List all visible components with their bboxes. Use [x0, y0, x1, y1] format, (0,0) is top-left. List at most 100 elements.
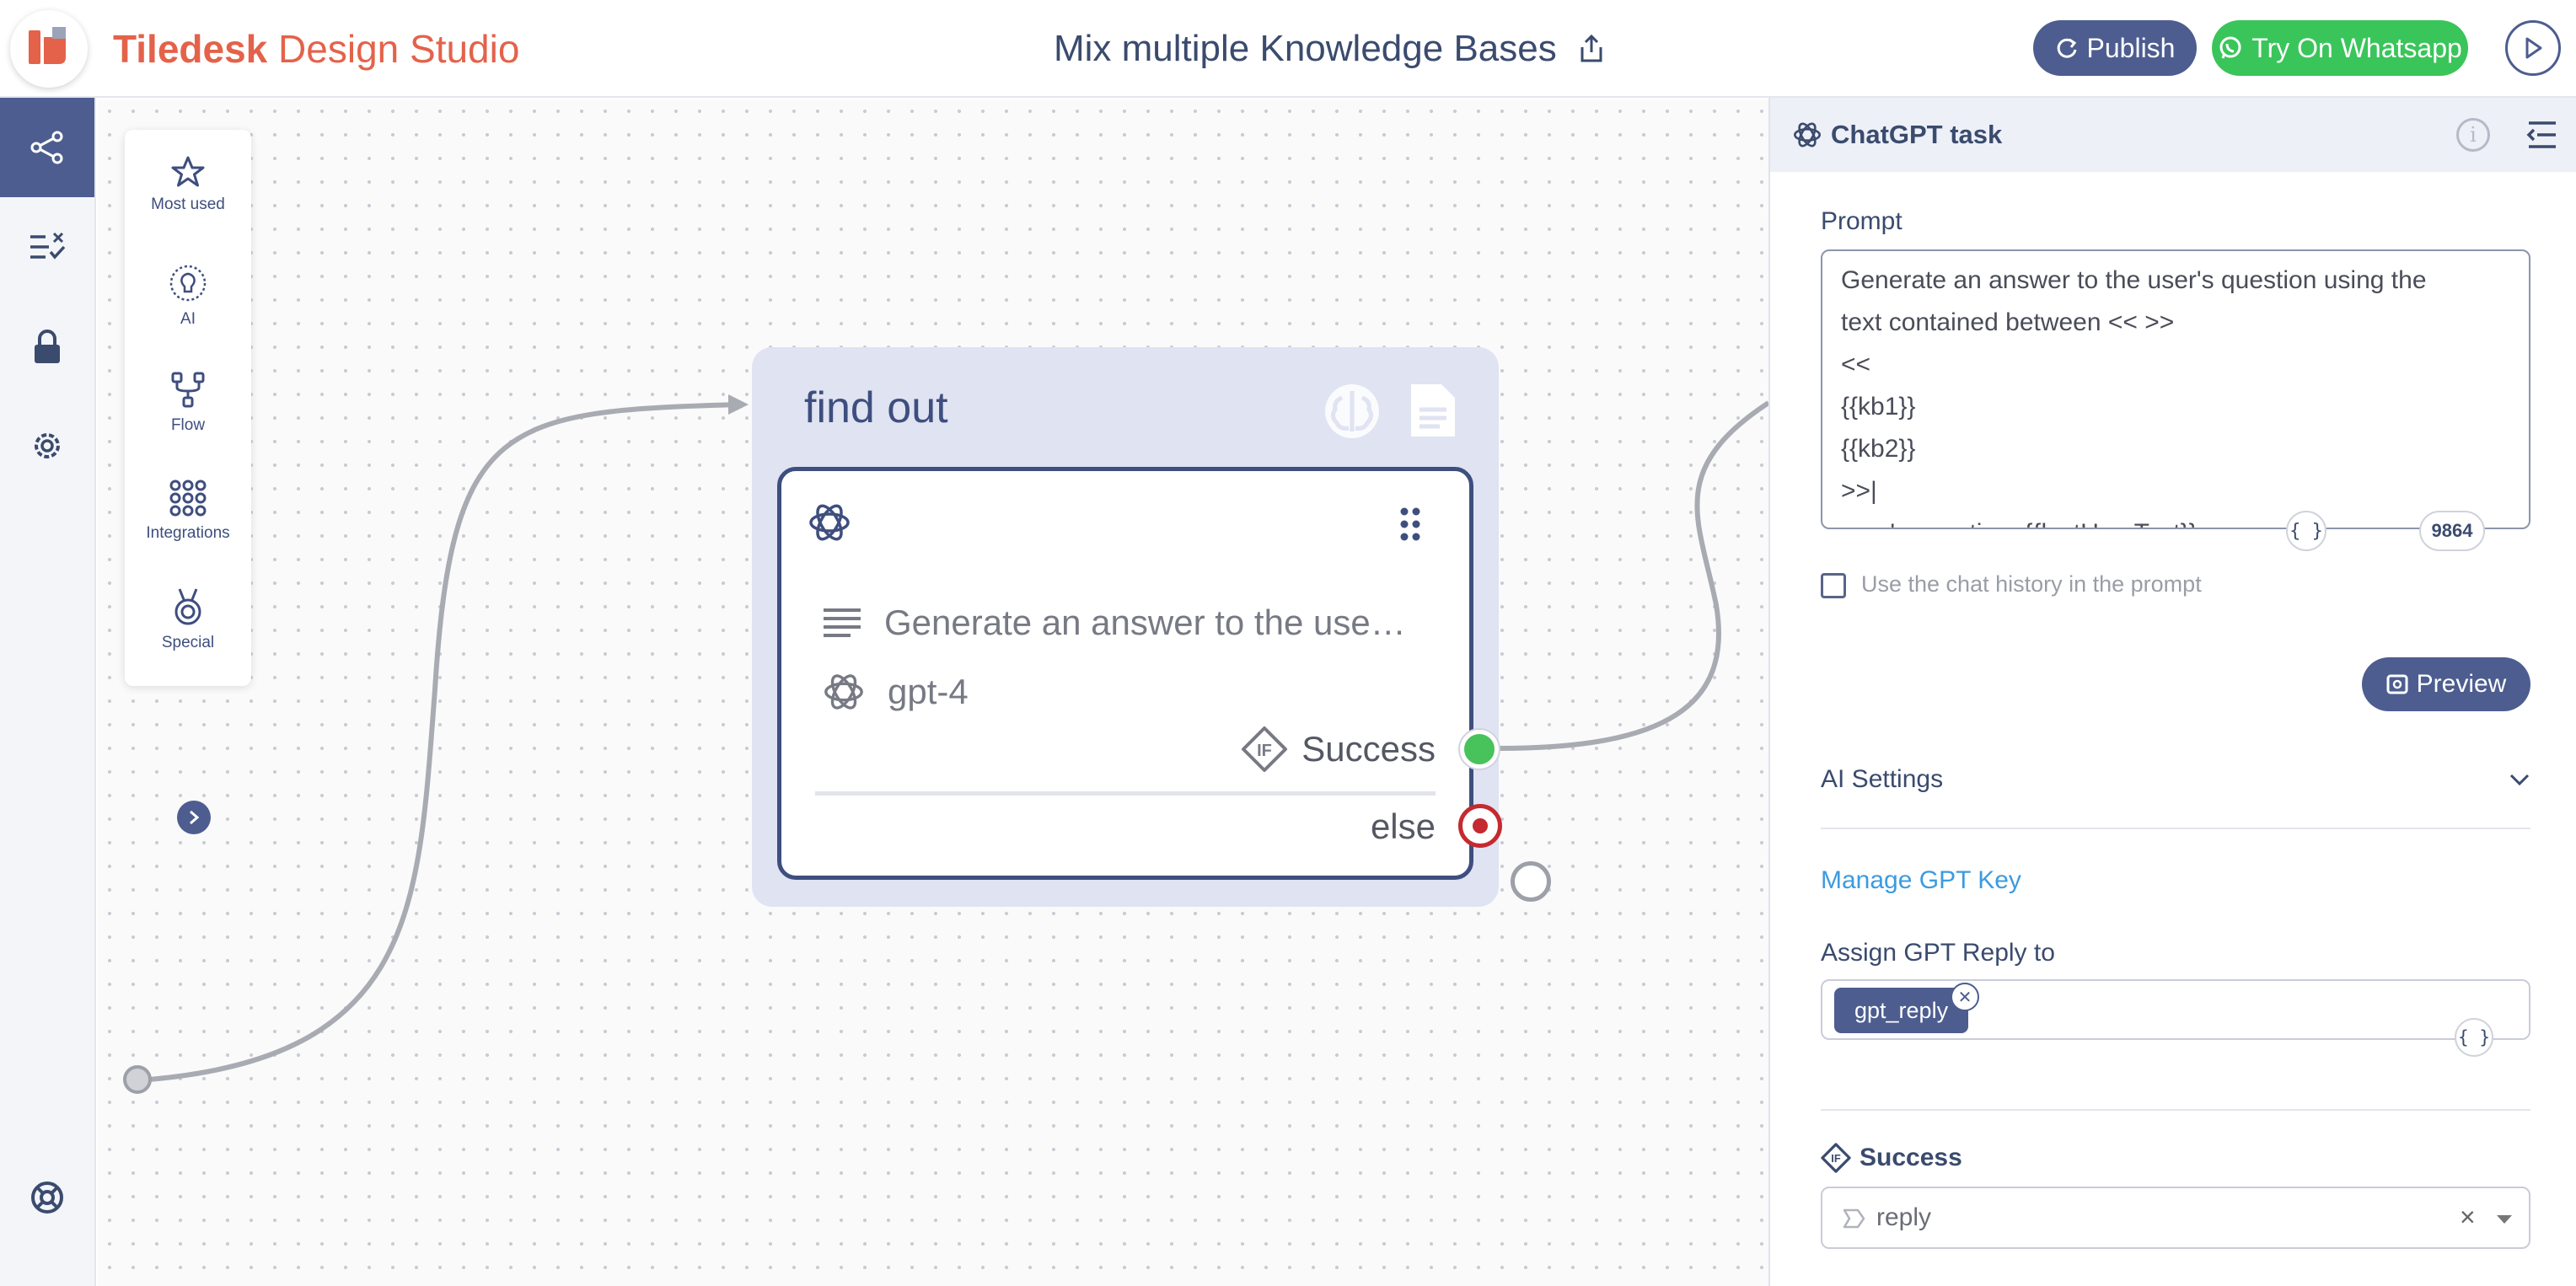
prompt-line: Generate an answer to the user's questio… — [1841, 266, 2427, 294]
variable-tag[interactable]: gpt_reply — [1834, 988, 1969, 1033]
text-lines-icon — [824, 608, 861, 637]
whatsapp-label: Try On Whatsapp — [2251, 32, 2462, 63]
success-target-select[interactable]: reply × — [1821, 1187, 2530, 1249]
prompt-line: text contained between << >> — [1841, 308, 2175, 336]
prompt-textarea[interactable]: Generate an answer to the user's questio… — [1821, 249, 2530, 529]
flow-icon — [171, 372, 205, 408]
preview-icon — [2386, 674, 2408, 694]
palette-label: AI — [180, 310, 196, 328]
success-label: Success — [1860, 1144, 1962, 1171]
brain-icon[interactable] — [1322, 381, 1382, 442]
palette-label: Special — [161, 634, 215, 651]
medal-icon — [174, 588, 201, 625]
panel-title: ChatGPT task — [1831, 120, 2003, 149]
palette-label: Flow — [170, 416, 206, 434]
nav-help[interactable] — [0, 1151, 94, 1244]
info-icon[interactable]: i — [2456, 118, 2490, 152]
intent-block-find-out[interactable]: find out Generate an answer to the use… … — [752, 347, 1499, 907]
clear-select-icon[interactable]: × — [2460, 1202, 2476, 1233]
ai-icon — [169, 265, 207, 302]
refresh-icon — [2057, 38, 2076, 58]
collapse-panel-icon[interactable] — [2525, 120, 2559, 150]
panel-header: ChatGPT task i — [1770, 98, 2576, 172]
start-connector[interactable] — [123, 1065, 152, 1094]
publish-label: Publish — [2086, 32, 2176, 63]
card-model-text: gpt-4 — [888, 672, 969, 711]
chat-history-label: Use the chat history in the prompt — [1861, 571, 2202, 597]
prompt-line: << — [1841, 351, 1871, 378]
expand-sidebar-button[interactable] — [177, 801, 211, 834]
brand-subtitle: Design Studio — [278, 27, 520, 71]
nav-flow[interactable] — [0, 98, 94, 197]
if-condition-icon: IF — [1821, 1143, 1851, 1173]
chevron-right-icon — [190, 810, 200, 825]
block-output-connector[interactable] — [1511, 861, 1551, 902]
play-icon — [2525, 37, 2542, 59]
caret-down-icon[interactable] — [2495, 1214, 2514, 1225]
insert-variable-button[interactable]: { } — [2286, 511, 2326, 551]
tiledesk-logo[interactable] — [10, 10, 88, 88]
block-target-icon — [1843, 1208, 1865, 1229]
card-else-label: else — [1370, 806, 1436, 846]
palette-ai[interactable]: AI — [125, 255, 251, 347]
action-detail-panel: ChatGPT task i Prompt Generate an answer… — [1768, 98, 2576, 1286]
prompt-line: user's question: {{lastUserText}} — [1841, 512, 2510, 528]
left-nav — [0, 98, 96, 1286]
success-section-label: IF Success — [1821, 1143, 1962, 1173]
ai-settings-accordion[interactable]: AI Settings — [1821, 755, 2530, 829]
card-prompt-row: Generate an answer to the use… — [822, 603, 1406, 643]
section-divider — [1821, 1109, 2530, 1111]
manage-gpt-key-link[interactable]: Manage GPT Key — [1821, 866, 2021, 895]
nav-security[interactable] — [0, 297, 94, 396]
integrations-icon — [169, 480, 207, 517]
try-on-whatsapp-button[interactable]: Try On Whatsapp — [2212, 20, 2468, 76]
ai-settings-label: AI Settings — [1821, 765, 1944, 793]
assign-variable-button[interactable]: { } — [2455, 1018, 2493, 1057]
assign-reply-input[interactable]: gpt_reply — [1821, 979, 2530, 1040]
gear-icon — [35, 433, 60, 458]
app-brand: Tiledesk Design Studio — [113, 25, 519, 72]
gpt-task-action-card[interactable]: Generate an answer to the use… gpt-4 IF — [777, 467, 1473, 880]
palette-label: Most used — [151, 196, 225, 213]
openai-icon — [809, 504, 850, 541]
flow-title: Mix multiple Knowledge Bases — [1054, 25, 1644, 72]
svg-text:IF: IF — [1831, 1152, 1841, 1165]
prompt-line: {{kb2}} — [1841, 435, 1916, 463]
preview-button[interactable]: Preview — [2362, 657, 2530, 711]
assign-reply-label: Assign GPT Reply to — [1821, 939, 2055, 967]
top-bar: Tiledesk Design Studio Mix multiple Know… — [0, 0, 2576, 98]
wire-arrow — [728, 394, 749, 415]
lock-icon — [35, 330, 60, 363]
palette-integrations[interactable]: Integrations — [125, 470, 251, 563]
document-icon[interactable] — [1406, 381, 1460, 440]
block-palette: Most used AI Flow Integrations Special — [125, 130, 251, 686]
prompt-label: Prompt — [1821, 207, 1902, 235]
nav-tasks[interactable] — [0, 197, 94, 297]
brand-name: Tiledesk — [113, 27, 268, 71]
play-button[interactable] — [2505, 20, 2561, 76]
prompt-char-count: 9864 — [2419, 511, 2485, 551]
flow-canvas[interactable]: Most used AI Flow Integrations Special f… — [98, 99, 1768, 1286]
chevron-down-icon — [2509, 774, 2530, 786]
card-success-condition: IF Success — [1241, 726, 1436, 773]
drag-handle-icon[interactable] — [1398, 506, 1422, 542]
card-prompt-text: Generate an answer to the use… — [884, 603, 1406, 642]
publish-button[interactable]: Publish — [2033, 20, 2197, 76]
palette-special[interactable]: Special — [125, 578, 251, 671]
nav-settings[interactable] — [0, 396, 94, 496]
success-connector[interactable] — [1460, 730, 1499, 769]
remove-tag-button[interactable]: ✕ — [1951, 983, 1979, 1011]
block-title: find out — [804, 383, 948, 432]
list-check-icon — [30, 232, 66, 260]
palette-flow[interactable]: Flow — [125, 362, 251, 455]
wire-success-out — [1498, 400, 1768, 751]
palette-most-used[interactable]: Most used — [125, 147, 251, 239]
share-icon[interactable] — [1579, 34, 1604, 64]
prompt-line: >>| — [1841, 477, 1877, 505]
preview-label: Preview — [2416, 670, 2507, 698]
openai-icon — [1794, 122, 1821, 147]
star-icon — [171, 156, 205, 187]
else-connector[interactable] — [1458, 804, 1502, 848]
chat-history-checkbox[interactable] — [1821, 573, 1846, 598]
if-condition-icon: IF — [1242, 726, 1288, 772]
